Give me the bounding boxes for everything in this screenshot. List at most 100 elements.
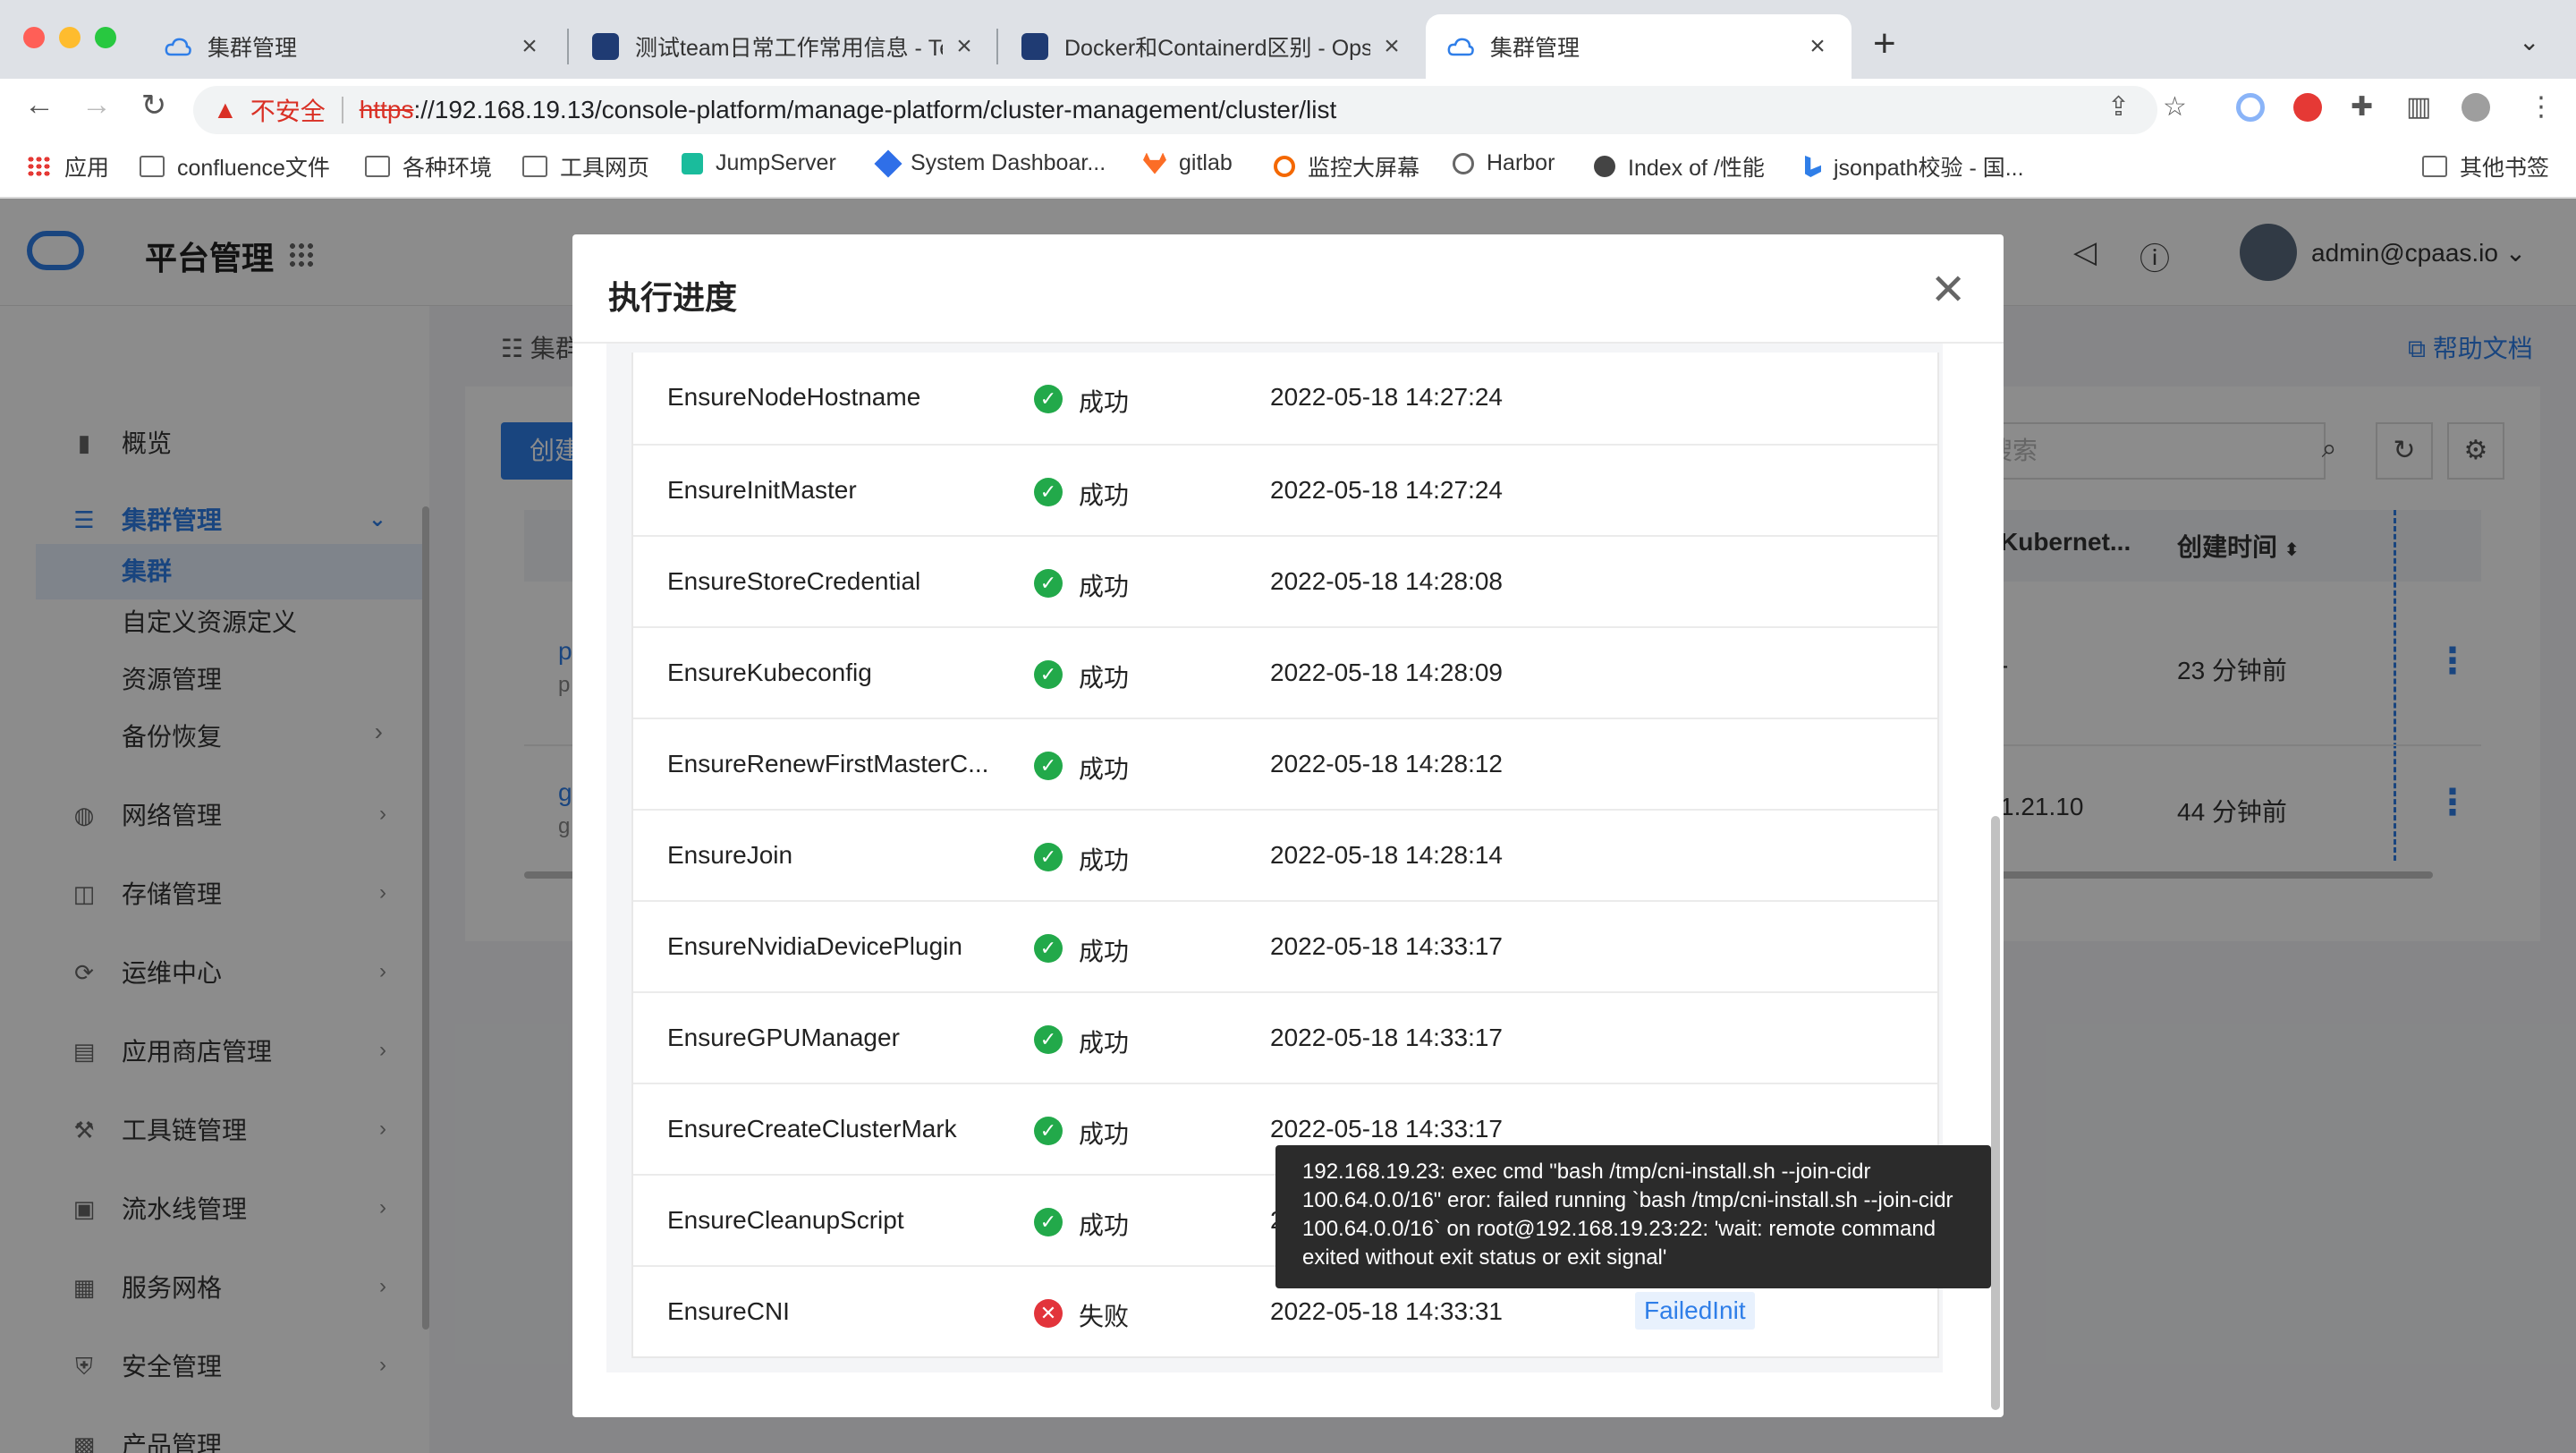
check-circle-icon: ✓ [1034, 660, 1063, 689]
step-time: 2022-05-18 14:33:17 [1270, 1115, 1503, 1143]
failure-reason-tag[interactable]: FailedInit [1635, 1292, 1755, 1330]
bookmark-label: System Dashboar... [911, 150, 1106, 175]
check-circle-icon: ✓ [1034, 1025, 1063, 1054]
check-circle-icon: ✓ [1034, 1208, 1063, 1236]
browser-tabbar: 集群管理 × 测试team日常工作常用信息 - Te × Docker和Cont… [0, 0, 2576, 79]
dialog-scrollbar[interactable] [1991, 816, 2000, 1410]
browser-tab[interactable]: Docker和Containerd区别 - Ops × [1000, 14, 1426, 79]
step-status: 成功 [1079, 573, 1130, 600]
check-circle-icon: ✓ [1034, 752, 1063, 780]
side-panel-icon[interactable]: ▥ [2406, 91, 2431, 123]
progress-row: EnsureKubeconfig ✓ 成功 2022-05-18 14:28:09 [633, 626, 1937, 718]
progress-row: EnsureRenewFirstMasterC... ✓ 成功 2022-05-18 … [633, 718, 1937, 809]
bookmark-label: JumpServer [716, 150, 836, 175]
bookmark-monitor[interactable]: 监控大屏幕 [1274, 150, 1419, 183]
address-bar[interactable]: ▲ 不安全 https ://192.168.19.13/console-pla… [193, 86, 2157, 134]
error-circle-icon: ✕ [1034, 1299, 1063, 1328]
reload-icon[interactable]: ↻ [134, 88, 174, 123]
bookmark-label: 监控大屏幕 [1308, 156, 1420, 181]
extension-badge-icon[interactable] [2293, 93, 2322, 122]
check-circle-icon: ✓ [1034, 843, 1063, 871]
error-tooltip: 192.168.19.23: exec cmd "bash /tmp/cni-i… [1275, 1145, 1991, 1288]
tab-close-icon[interactable]: × [517, 31, 542, 62]
step-status: 成功 [1079, 664, 1130, 692]
tab-close-icon[interactable]: × [1805, 31, 1830, 62]
harbor-icon [1453, 152, 1474, 174]
tab-close-icon[interactable]: × [1379, 31, 1404, 62]
close-icon[interactable]: ✕ [1930, 265, 1966, 315]
gitlab-icon [1143, 152, 1166, 174]
step-name: EnsureCNI [667, 1297, 790, 1325]
bookmark-label: 应用 [64, 156, 110, 181]
tab-search-chevron-icon[interactable]: ⌄ [2519, 27, 2539, 56]
progress-row: EnsureNodeHostname ✓ 成功 2022-05-18 14:27:24 [633, 353, 1937, 444]
bookmark-system-dashboard[interactable]: System Dashboar... [874, 149, 1106, 178]
bookmark-label: 工具网页 [560, 156, 650, 181]
tab-title: Docker和Containerd区别 - Ops [1064, 36, 1370, 61]
back-arrow-icon[interactable]: ← [20, 88, 59, 123]
step-time: 2022-05-18 14:33:31 [1270, 1297, 1503, 1325]
progress-row: EnsureStoreCredential ✓ 成功 2022-05-18 14:28… [633, 535, 1937, 626]
bookmark-index[interactable]: Index of /性能 [1594, 150, 1765, 183]
tab-title: 集群管理 [1490, 36, 1580, 61]
browser-tab[interactable]: 集群管理 × [143, 14, 564, 79]
step-status: 成功 [1079, 388, 1130, 416]
bookmark-label: Index of /性能 [1628, 156, 1765, 181]
extension-circle-icon[interactable] [2236, 93, 2265, 122]
folder-icon [365, 156, 390, 177]
step-time: 2022-05-18 14:28:09 [1270, 659, 1503, 686]
bookmark-jumpserver[interactable]: JumpServer [682, 150, 836, 176]
bing-icon [1805, 156, 1821, 177]
bookmark-jsonpath[interactable]: jsonpath校验 - 国... [1805, 150, 2024, 183]
url-divider [341, 97, 343, 123]
bookmark-confluence[interactable]: confluence文件 [140, 150, 330, 183]
jumpserver-icon [682, 152, 703, 174]
bookmark-apps[interactable]: 应用 [27, 150, 109, 183]
step-status: 成功 [1079, 1120, 1130, 1148]
bookmark-label: 其他书签 [2460, 156, 2550, 181]
folder-icon [522, 156, 547, 177]
bookmark-label: jsonpath校验 - 国... [1834, 156, 2024, 181]
bookmark-environments[interactable]: 各种环境 [365, 150, 492, 183]
globe-icon [1594, 156, 1615, 177]
profile-avatar-icon[interactable] [2462, 93, 2490, 122]
tab-close-icon[interactable]: × [952, 31, 977, 62]
bookmark-label: gitlab [1179, 150, 1233, 175]
forward-arrow-icon[interactable]: → [77, 88, 116, 123]
browser-tab-active[interactable]: 集群管理 × [1426, 14, 1852, 79]
step-time: 2022-05-18 14:33:17 [1270, 932, 1503, 960]
step-status: 成功 [1079, 1211, 1130, 1239]
check-circle-icon: ✓ [1034, 1117, 1063, 1145]
tab-title: 测试team日常工作常用信息 - Te [635, 36, 943, 61]
step-name: EnsureCreateClusterMark [667, 1115, 957, 1143]
check-circle-icon: ✓ [1034, 569, 1063, 598]
bookmark-gitlab[interactable]: gitlab [1143, 150, 1233, 176]
warning-triangle-icon: ▲ [213, 96, 238, 123]
step-time: 2022-05-18 14:27:24 [1270, 383, 1503, 411]
grafana-icon [1274, 156, 1295, 177]
bookmark-harbor[interactable]: Harbor [1453, 150, 1555, 176]
browser-menu-icon[interactable]: ⋮ [2528, 91, 2555, 123]
folder-icon [2422, 156, 2447, 177]
apps-grid-icon [27, 156, 52, 177]
puzzle-extensions-icon[interactable]: ✚ [2351, 91, 2373, 123]
browser-tab[interactable]: 测试team日常工作常用信息 - Te × [571, 14, 998, 79]
new-tab-button[interactable]: + [1873, 21, 1896, 66]
window-zoom-button[interactable] [95, 27, 116, 48]
window-close-button[interactable] [23, 27, 45, 48]
insecure-label: 不安全 [250, 98, 326, 125]
progress-row: EnsureInitMaster ✓ 成功 2022-05-18 14:27:24 [633, 444, 1937, 535]
step-time: 2022-05-18 14:28:12 [1270, 750, 1503, 777]
bookmark-other[interactable]: 其他书签 [2422, 150, 2549, 183]
window-minimize-button[interactable] [59, 27, 80, 48]
step-time: 2022-05-18 14:27:24 [1270, 476, 1503, 504]
step-status: 成功 [1079, 1029, 1130, 1057]
share-icon[interactable]: ⇪ [2107, 91, 2130, 123]
bookmark-star-icon[interactable]: ☆ [2163, 91, 2187, 123]
step-name: EnsureGPUManager [667, 1024, 900, 1051]
step-name: EnsureNodeHostname [667, 383, 921, 411]
step-name: EnsureCleanupScript [667, 1206, 904, 1234]
bookmark-label: Harbor [1487, 150, 1555, 175]
bookmark-tools[interactable]: 工具网页 [522, 150, 649, 183]
confluence-icon [592, 33, 619, 60]
